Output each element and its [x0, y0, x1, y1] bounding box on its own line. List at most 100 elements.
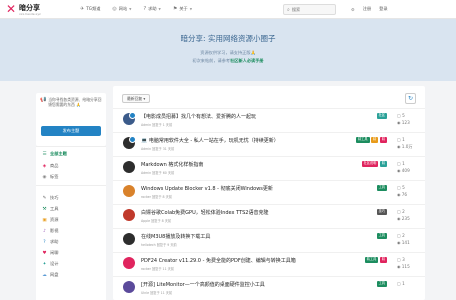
thread-row[interactable]: 【电影成员招募】找几个有想法、爱折腾的人一起玩 Admin 回复于 1 天前 社区 ▢… — [113, 108, 425, 130]
thread-tag[interactable]: 精 — [379, 161, 387, 167]
thread-meta: Admin 回复于 31 天前 — [141, 147, 175, 151]
thread-stats: ▢ 1 ◉ 1.0万 — [397, 136, 413, 150]
avatar[interactable] — [123, 281, 135, 293]
view-count: 235 — [401, 216, 410, 221]
thread-meta: rocker 回复于 11 天前 — [141, 267, 174, 271]
thread-title[interactable]: [开源] LiteMonitor—一个高颜值的桌面硬件监控小工具 — [141, 281, 265, 288]
thread-row[interactable]: Windows Update Blocker v1.8 - 彻底关闭Window… — [113, 180, 425, 202]
refresh-icon[interactable]: ↻ — [405, 93, 416, 104]
logo-subtitle: xxx.haode.xyz — [19, 11, 41, 16]
view-count: 141 — [401, 240, 410, 245]
thread-tag[interactable]: 技巧 — [376, 209, 387, 215]
view-count: 76 — [401, 192, 408, 197]
sidebar-item-10[interactable]: ☁ 网盘 — [42, 272, 58, 278]
hero-banner: 暗分享: 实用网络资源小圈子 资源仅供学习，请支持正版🙏 初次来帖前，请参考社区… — [0, 19, 456, 81]
sort-dropdown[interactable]: 最新回复 ▾ — [122, 94, 151, 103]
thread-tag[interactable]: 精工具 — [364, 257, 379, 263]
sidebar-item-label: 商品 — [50, 163, 59, 168]
thread-stats: ▢ 1 ◉ 409 — [397, 160, 410, 174]
thread-tag[interactable]: 工具 — [376, 281, 387, 287]
thread-title[interactable]: 【电影成员招募】找几个有想法、爱折腾的人一起玩 — [141, 113, 256, 120]
thread-tag[interactable]: 精 — [379, 257, 387, 263]
sidebar-item-label: 资源 — [50, 217, 59, 222]
search-box[interactable]: ⌕ — [283, 4, 336, 15]
thread-row[interactable]: Markdown 格式化样板指南 Admin 回复于 60 天前 社区说明精 ▢ 1 ◉… — [113, 156, 425, 178]
sidebar-item-5[interactable]: ▣ 资源 — [42, 217, 58, 223]
sidebar-item-label: 求助 — [50, 239, 59, 244]
settings-icon[interactable]: ⚙ — [351, 7, 355, 12]
thread-title[interactable]: Windows Update Blocker v1.8 - 彻底关闭Window… — [141, 185, 273, 192]
avatar[interactable] — [123, 185, 135, 197]
logo-title: 暗分享 — [19, 3, 40, 12]
thread-row[interactable]: 白嫖谷歌Colab免费GPU，轻松体验Index TTS2语音克隆 Apple 回… — [113, 204, 425, 226]
nav-item-1[interactable]: ◎ 网站 ▼ — [112, 6, 131, 12]
thread-stats: ▢ 2 ◉ 141 — [397, 232, 410, 246]
nav-item-3[interactable]: ⚑ 关于 ▼ — [173, 6, 192, 12]
thread-tag[interactable]: 精 — [371, 137, 379, 143]
thread-tag[interactable]: 工具 — [376, 233, 387, 239]
hero-notice: 资源仅供学习，请支持正版🙏 — [200, 50, 256, 55]
sidebar-item-4[interactable]: ⚒ 工具 — [42, 206, 58, 212]
thread-stats: ▢ 5 ◉ 76 — [397, 184, 407, 198]
post-topic-button[interactable]: 发布主题 — [41, 126, 101, 136]
avatar[interactable] — [123, 161, 135, 173]
sidebar-item-2[interactable]: ◉ 标签 — [42, 174, 59, 180]
thread-title[interactable]: Markdown 格式化样板指南 — [141, 161, 203, 168]
cloud-icon: ☁ — [42, 272, 47, 278]
thread-meta: Apple 回复于 8 天前 — [141, 219, 172, 223]
search-input[interactable] — [291, 7, 332, 12]
thread-row[interactable]: PDF24 Creator v11.29.0 - 免费全能的PDF创建、编辑与转… — [113, 252, 425, 274]
nav-item-label: 求助 — [148, 6, 157, 11]
sidebar-info-text: 当你寻找各类资源、给暗分享回馈您需要的东西 🙏 — [48, 97, 102, 107]
reply-count: 2 — [402, 209, 405, 214]
design-icon: ✦ — [42, 261, 47, 267]
main-nav: ✈ TG频道 ◎ 网站 ▼ ? 求助 ▼ ⚑ 关于 ▼ — [80, 6, 192, 12]
sidebar-item-8[interactable]: ♥ 闲聊 — [42, 250, 58, 256]
sidebar-item-label: 影视 — [50, 228, 59, 233]
thread-title[interactable]: 💻 电脑常用软件大全 - 私人一站在手，玩机无忧（持续更新） — [141, 137, 279, 144]
thread-tag[interactable]: 社区 — [376, 113, 387, 119]
sidebar-item-7[interactable]: ? 求助 — [42, 239, 58, 245]
sidebar-item-9[interactable]: ✦ 设计 — [42, 261, 59, 267]
sidebar-card: 📢 当你寻找各类资源、给暗分享回馈您需要的东西 🙏 发布主题 — [36, 93, 106, 146]
sidebar-item-label: 标签 — [50, 174, 59, 179]
sidebar-item-1[interactable]: ◈ 商品 — [42, 163, 59, 169]
sidebar-item-0[interactable]: ☰ 全部主题 — [42, 151, 66, 157]
thread-stats: ▢ 5 ◉ 123 — [397, 112, 410, 126]
sidebar-divider — [36, 185, 106, 186]
thread-row[interactable]: [开源] LiteMonitor—一个高颜值的桌面硬件监控小工具 Ulnle 回复… — [113, 276, 425, 298]
avatar[interactable] — [123, 233, 135, 245]
thread-tag[interactable]: 精 — [379, 137, 387, 143]
nav-item-0[interactable]: ✈ TG频道 — [80, 6, 100, 12]
tags-icon: ◉ — [42, 174, 47, 180]
view-count: 115 — [401, 264, 410, 269]
thread-meta: hellotech 回复于 9 天前 — [141, 243, 177, 247]
thread-stats: ▢ 1 — [397, 280, 405, 287]
sidebar-item-3[interactable]: ✎ 技巧 — [42, 195, 59, 201]
chevron-down-icon: ▼ — [189, 7, 193, 11]
thread-meta: Admin 回复于 1 天前 — [141, 123, 173, 127]
thread-title[interactable]: 白嫖谷歌Colab免费GPU，轻松体验Index TTS2语音克隆 — [141, 209, 268, 216]
sidebar-item-label: 技巧 — [50, 195, 59, 200]
avatar[interactable] — [123, 209, 135, 221]
sidebar-item-6[interactable]: ♪ 影视 — [42, 228, 58, 234]
top-navbar: ✕ 暗分享 xxx.haode.xyz ✈ TG频道 ◎ 网站 ▼? 求助 ▼ ⚑ 关于 ▼ ⌕ … — [0, 0, 456, 19]
hero-title: 暗分享: 实用网络资源小圈子 — [180, 34, 276, 43]
login-link[interactable]: 登录 — [379, 6, 387, 12]
thread-tag[interactable]: 精工具 — [356, 137, 370, 143]
thread-tag[interactable]: 社区说明 — [361, 161, 379, 167]
avatar[interactable] — [123, 257, 135, 269]
register-link[interactable]: 注册 — [363, 6, 371, 12]
newbie-guide-link[interactable]: 社区新人必读手册 — [230, 58, 264, 63]
nav-item-2[interactable]: ? 求助 ▼ — [143, 6, 160, 12]
wifi-icon: ◎ — [112, 6, 117, 12]
thread-row[interactable]: 💻 电脑常用软件大全 - 私人一站在手，玩机无忧（持续更新） Admin 回复于 … — [113, 132, 425, 154]
flag-icon: ⚑ — [172, 6, 178, 12]
thread-title[interactable]: PDF24 Creator v11.29.0 - 免费全能的PDF创建、编辑与转… — [141, 257, 296, 264]
thread-row[interactable]: 在线M3U8播放及转换下载工具 hellotech 回复于 9 天前 工具 ▢ 2 ◉ … — [113, 228, 425, 250]
site-logo[interactable]: ✕ 暗分享 xxx.haode.xyz — [6, 3, 41, 16]
thread-title[interactable]: 在线M3U8播放及转换下载工具 — [141, 233, 210, 240]
chevron-down-icon: ▼ — [158, 7, 161, 11]
logo-x-icon: ✕ — [6, 2, 17, 16]
thread-tag[interactable]: 工具 — [376, 185, 387, 191]
